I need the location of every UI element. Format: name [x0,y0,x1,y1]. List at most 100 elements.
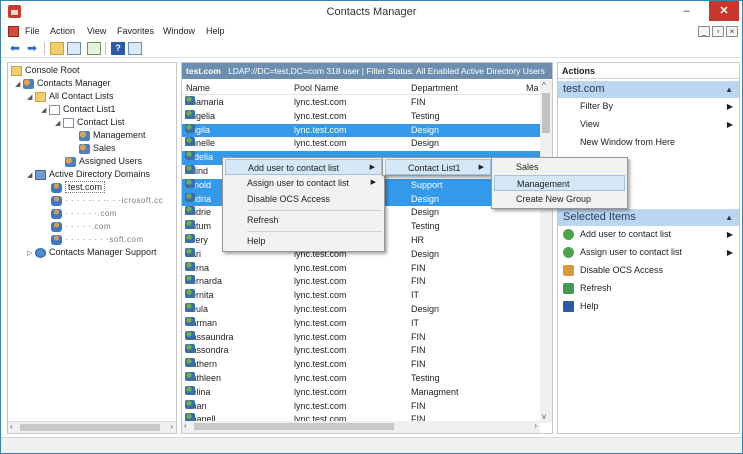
tree-blurred-domain-2[interactable]: · · · · · ·.com [51,207,117,220]
submenu-create-new-group[interactable]: Create New Group [494,191,625,207]
menu-action[interactable]: Action [50,26,75,36]
scroll-right-icon[interactable]: › [534,421,537,430]
scroll-left-icon[interactable]: ‹ [10,422,13,431]
ctx-assign-user[interactable]: Assign user to contact list ▶ [225,175,382,191]
show-hide-action-pane-icon[interactable] [128,42,142,55]
action-refresh[interactable]: Refresh [558,280,739,297]
menu-help[interactable]: Help [206,26,225,36]
forward-arrow-icon[interactable]: ➡ [25,42,39,55]
user-row[interactable]: Annelle lync.test.com Design [182,137,540,151]
tree-blurred-domain-1[interactable]: · · · · ·· · ·· · ·icrosoft.cc [51,194,163,207]
column-pool-name[interactable]: Pool Name [294,83,339,93]
menu-file[interactable]: File [25,26,40,36]
scroll-up-icon[interactable]: ^ [542,81,546,90]
user-row[interactable]: Berna lync.test.com FIN [182,261,540,276]
collapse-caret-icon[interactable]: ▲ [725,81,733,98]
tree-contact-list[interactable]: ◢ Contact List [55,116,125,129]
scroll-thumb[interactable] [542,93,550,133]
user-row[interactable]: Cathleen lync.test.com Testing [182,372,540,386]
tree-contacts-manager-support[interactable]: ▷ Contacts Manager Support [27,246,157,259]
scroll-down-icon[interactable]: v [542,412,546,421]
ctx-disable-ocs[interactable]: Disable OCS Access [225,191,382,207]
tree-contact-list1[interactable]: ◢ Contact List1 [41,103,116,116]
results-horizontal-scrollbar[interactable]: ‹ › [182,421,540,433]
menu-view[interactable]: View [87,26,106,36]
user-row[interactable]: Carman lync.test.com IT [182,316,540,331]
collapse-icon[interactable]: ◢ [55,117,63,130]
submenu-sales[interactable]: Sales [494,159,625,175]
user-icon [185,316,195,326]
user-row[interactable]: Beula lync.test.com Design [182,303,540,317]
user-row[interactable]: Cathern lync.test.com FIN [182,358,540,372]
department-cell: IT [411,317,419,328]
user-row[interactable]: Angila lync.test.com Design [182,123,540,138]
department-cell: Design [411,138,440,149]
scroll-left-icon[interactable]: ‹ [184,421,187,430]
up-folder-icon[interactable] [50,42,64,55]
user-row[interactable]: Cassaundra lync.test.com FIN [182,330,540,345]
tree-blurred-domain-3[interactable]: · · · · ·.com [51,220,111,233]
user-row[interactable]: Angelia lync.test.com Testing [182,109,540,124]
submenu-contact-list1[interactable]: Contact List1 ▶ [385,159,491,175]
menu-window[interactable]: Window [163,26,195,36]
back-arrow-icon[interactable]: ⬅ [8,42,22,55]
collapse-icon[interactable]: ◢ [15,78,23,91]
actions-section-test-com[interactable]: test.com ▲ [558,81,739,98]
tree-ad-domains[interactable]: ◢ Active Directory Domains [27,168,150,181]
tree-sales[interactable]: Sales [79,142,116,155]
results-vertical-scrollbar[interactable]: ^ v [540,80,552,423]
menu-favorites[interactable]: Favorites [117,26,154,36]
scroll-right-icon[interactable]: › [170,422,173,431]
action-view[interactable]: View ▶ [558,116,739,133]
action-assign-user[interactable]: Assign user to contact list ▶ [558,244,739,261]
scroll-thumb[interactable] [20,424,160,431]
collapse-icon[interactable]: ◢ [27,91,35,104]
action-filter-by[interactable]: Filter By ▶ [558,98,739,115]
tree-contacts-manager[interactable]: ◢ Contacts Manager [15,77,111,90]
user-row[interactable]: Chan lync.test.com FIN [182,399,540,414]
collapse-icon[interactable]: ◢ [41,104,49,117]
user-name-cell: Celina [185,385,211,400]
submenu-management[interactable]: Management [494,175,625,191]
help-icon[interactable]: ? [111,42,125,55]
mdi-minimize-icon[interactable]: _ [698,26,710,37]
tree-test-com[interactable]: test.com [51,181,106,194]
show-hide-tree-icon[interactable] [67,42,81,55]
action-help[interactable]: Help [558,298,739,315]
submenu-arrow-icon: ▶ [726,102,733,111]
column-manager[interactable]: Ma [526,83,539,93]
user-row[interactable]: Anamaria lync.test.com FIN [182,96,540,110]
expand-icon[interactable]: ▷ [27,247,35,260]
ctx-add-user[interactable]: Add user to contact list ▶ [225,159,382,175]
column-name[interactable]: Name [186,83,210,93]
mdi-restore-icon[interactable]: ▫ [712,26,724,37]
scroll-thumb[interactable] [194,423,394,430]
column-department[interactable]: Department [411,83,458,93]
tree-assigned-users[interactable]: Assigned Users [65,155,142,168]
user-row[interactable]: Bernarda lync.test.com FIN [182,275,540,289]
action-new-window[interactable]: New Window from Here [558,134,739,151]
close-button[interactable]: ✕ [709,1,739,21]
collapse-caret-icon[interactable]: ▲ [725,209,733,226]
group-icon [79,143,90,154]
user-row[interactable]: Bernita lync.test.com IT [182,289,540,303]
tree-horizontal-scrollbar[interactable]: ‹ › [8,421,176,433]
tree-management[interactable]: Management [79,129,146,142]
action-add-user[interactable]: Add user to contact list ▶ [558,226,739,243]
tree-console-root[interactable]: Console Root [11,64,80,77]
tree-all-contact-lists[interactable]: ◢ All Contact Lists [27,90,114,103]
ctx-refresh[interactable]: Refresh [225,212,382,228]
refresh-icon [563,283,574,294]
export-list-icon[interactable] [87,42,101,55]
collapse-icon[interactable]: ◢ [27,169,35,182]
user-row[interactable]: Celina lync.test.com Managment [182,385,540,400]
user-row[interactable]: Cassondra lync.test.com FIN [182,344,540,358]
mdi-close-icon[interactable]: × [726,26,738,37]
ctx-help[interactable]: Help [225,233,382,249]
minimize-button[interactable]: – [673,1,700,21]
tree-label: test.com [65,181,106,193]
department-cell: Testing [411,373,440,383]
tree-blurred-domain-4[interactable]: · · · · · · · ·soft.com [51,233,144,246]
actions-section-selected-items[interactable]: Selected Items ▲ [558,209,739,226]
action-disable-ocs[interactable]: Disable OCS Access [558,262,739,279]
